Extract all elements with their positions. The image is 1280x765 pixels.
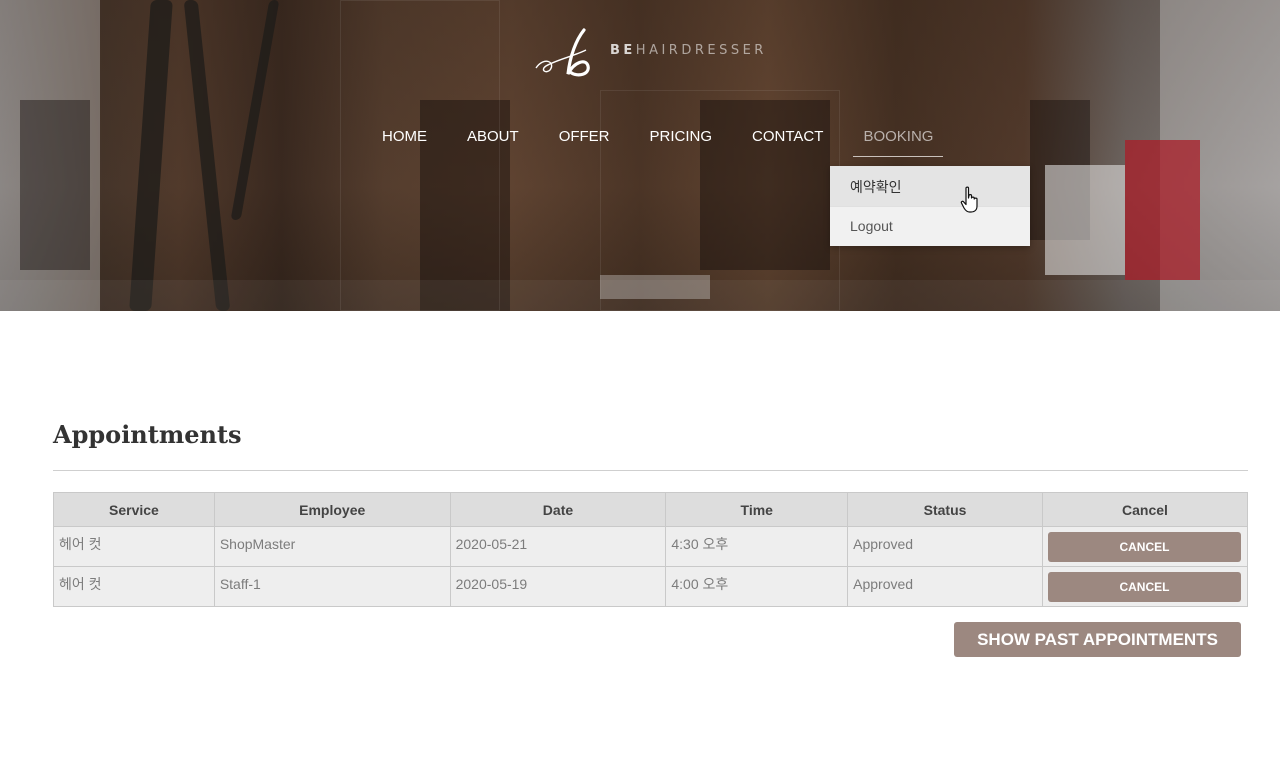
nav-pricing[interactable]: PRICING: [630, 116, 733, 158]
cell-cancel: CANCEL: [1041, 566, 1249, 607]
cell-date: 2020-05-19: [449, 566, 667, 607]
hero-banner: BEHAIRDRESSER HOME ABOUT OFFER PRICING C…: [0, 0, 1280, 311]
col-header-cancel: Cancel: [1041, 492, 1249, 527]
cell-cancel: CANCEL: [1041, 526, 1249, 567]
cell-employee: ShopMaster: [213, 526, 451, 567]
col-header-employee: Employee: [213, 492, 451, 527]
hero-tree-trunk-2: [183, 0, 231, 311]
brand-wordmark: BEHAIRDRESSER: [610, 42, 767, 58]
cell-status: Approved: [847, 566, 1043, 607]
table-row: 헤어 컷 Staff-1 2020-05-19 4:00 오후 Approved…: [53, 566, 1249, 607]
cell-time: 4:00 오후: [665, 566, 849, 607]
hero-tree-trunk: [129, 0, 173, 311]
hero-tree-branch: [230, 0, 280, 220]
hero-shelf: [20, 100, 90, 270]
hero-brochures: [1045, 165, 1125, 275]
nav-booking[interactable]: BOOKING: [843, 116, 953, 158]
nav-offer[interactable]: OFFER: [539, 116, 630, 158]
col-header-service: Service: [53, 492, 215, 527]
appointments-table: Service Employee Date Time Status Cancel…: [53, 492, 1249, 607]
hero-red-poster: [1125, 140, 1200, 280]
table-row: 헤어 컷 ShopMaster 2020-05-21 4:30 오후 Appro…: [53, 526, 1249, 567]
cancel-appointment-button[interactable]: CANCEL: [1047, 531, 1241, 562]
show-past-appointments-button[interactable]: SHOW PAST APPOINTMENTS: [954, 622, 1241, 657]
table-header-row: Service Employee Date Time Status Cancel: [53, 492, 1249, 527]
title-divider: [53, 470, 1248, 471]
dropdown-item-logout[interactable]: Logout: [830, 206, 1030, 246]
col-header-time: Time: [665, 492, 849, 527]
cancel-appointment-button[interactable]: CANCEL: [1047, 571, 1241, 602]
cell-time: 4:30 오후: [665, 526, 849, 567]
brand-logo[interactable]: BEHAIRDRESSER: [534, 26, 767, 80]
page-title: Appointments: [53, 420, 242, 449]
cell-service: 헤어 컷: [53, 526, 215, 567]
script-b-logo-icon: [535, 28, 590, 77]
main-nav: HOME ABOUT OFFER PRICING CONTACT BOOKING: [362, 116, 953, 158]
col-header-status: Status: [847, 492, 1043, 527]
nav-home[interactable]: HOME: [362, 116, 447, 158]
cell-service: 헤어 컷: [53, 566, 215, 607]
cell-date: 2020-05-21: [449, 526, 667, 567]
nav-contact[interactable]: CONTACT: [732, 116, 843, 158]
cell-status: Approved: [847, 526, 1043, 567]
nav-about[interactable]: ABOUT: [447, 116, 539, 158]
col-header-date: Date: [449, 492, 667, 527]
hand-pointer-icon: [960, 186, 978, 213]
booking-dropdown: 예약확인 Logout: [830, 166, 1030, 246]
dropdown-item-reservation-check[interactable]: 예약확인: [830, 166, 1030, 206]
hero-floor: [0, 280, 1280, 311]
cell-employee: Staff-1: [213, 566, 451, 607]
